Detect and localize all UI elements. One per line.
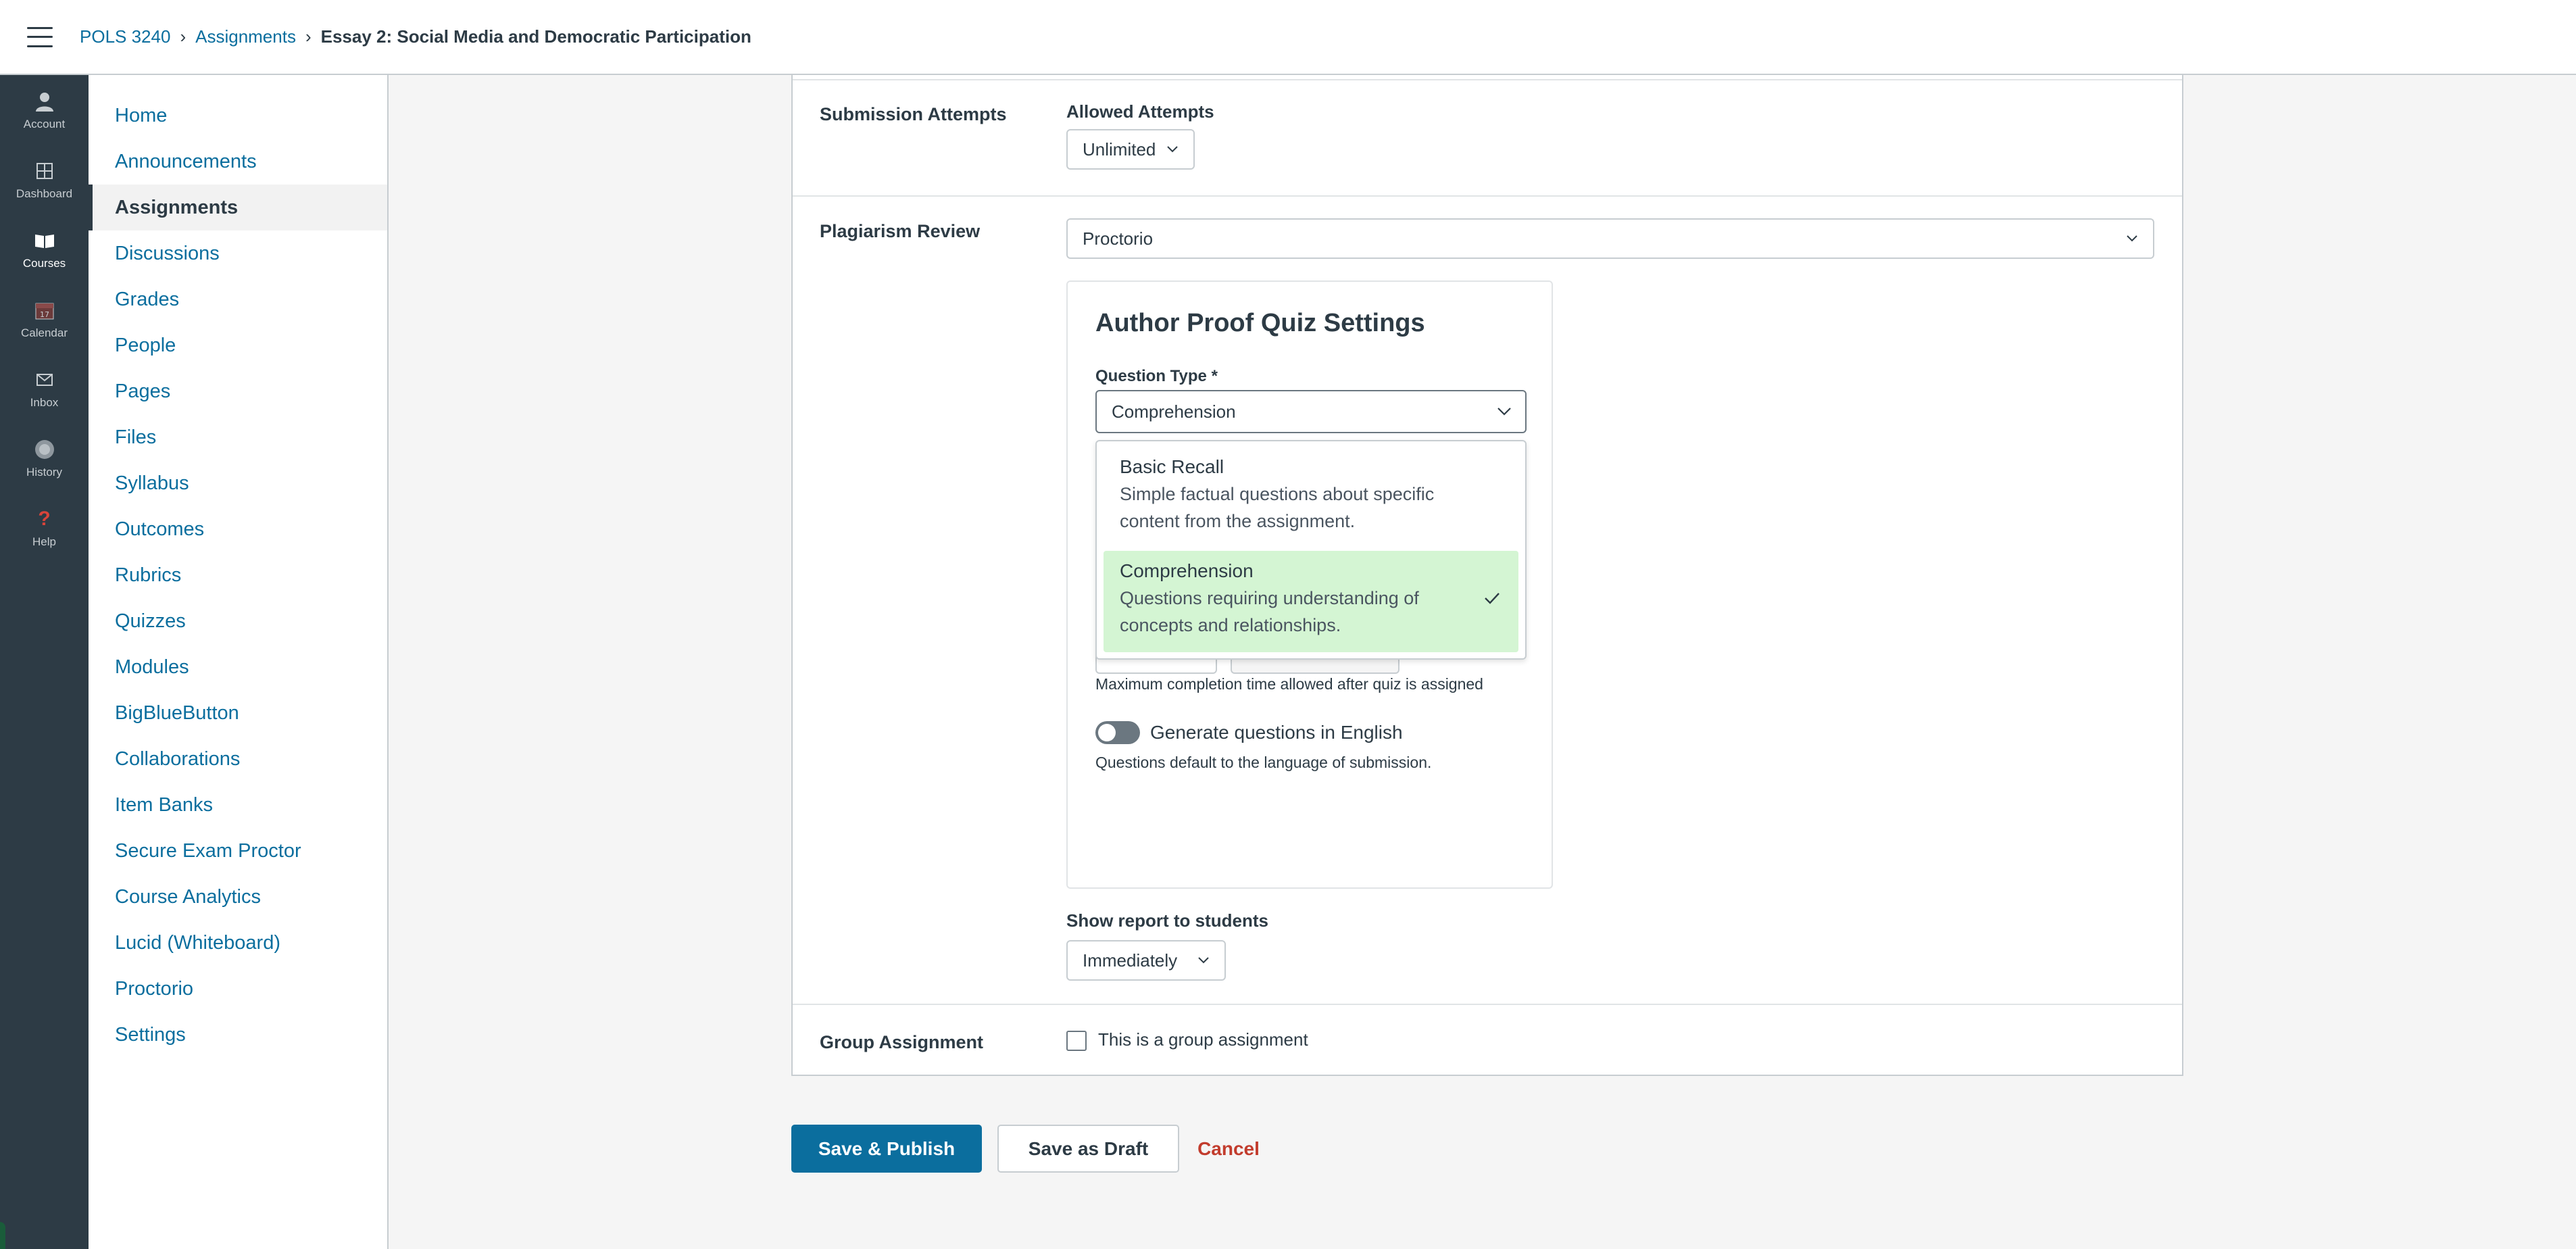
plagiarism-review-value: Proctorio — [1083, 228, 1154, 249]
row-divider — [793, 195, 2182, 197]
svg-text:17: 17 — [40, 310, 49, 319]
chevron-down-icon — [1164, 141, 1181, 158]
inbox-icon — [32, 368, 57, 392]
course-nav-item-banks[interactable]: Item Banks — [89, 782, 387, 828]
question-type-option-comprehension[interactable]: Comprehension Questions requiring unders… — [1104, 551, 1518, 652]
corner-accent — [0, 1222, 5, 1249]
courses-icon — [32, 228, 57, 253]
breadcrumb-separator: › — [180, 26, 187, 47]
chevron-down-icon — [2123, 230, 2141, 247]
global-nav-account[interactable]: Account — [0, 75, 89, 145]
show-report-value: Immediately — [1083, 950, 1178, 971]
course-nav-rubrics[interactable]: Rubrics — [89, 552, 387, 598]
dashboard-icon — [32, 159, 57, 183]
allowed-attempts-label: Allowed Attempts — [1066, 101, 1214, 122]
global-nav-label: Courses — [22, 256, 66, 270]
global-nav-label: History — [26, 465, 62, 479]
history-icon — [32, 437, 57, 462]
checkmark-icon — [1483, 591, 1501, 608]
global-nav-dashboard[interactable]: Dashboard — [0, 145, 89, 214]
global-nav-label: Calendar — [21, 326, 68, 339]
course-nav-files[interactable]: Files — [89, 414, 387, 460]
main-content: Submission Attempts Allowed Attempts Unl… — [389, 75, 2576, 1249]
hamburger-menu-icon[interactable] — [27, 26, 53, 47]
option-title: Comprehension — [1120, 560, 1254, 581]
global-nav-label: Dashboard — [16, 187, 73, 200]
question-type-dropdown: Basic Recall Simple factual questions ab… — [1095, 440, 1527, 660]
english-questions-toggle[interactable] — [1095, 721, 1140, 744]
global-nav-label: Account — [23, 117, 66, 130]
chevron-down-icon — [1195, 952, 1212, 969]
course-nav-assignments[interactable]: Assignments — [89, 185, 387, 230]
allowed-attempts-value: Unlimited — [1083, 139, 1156, 160]
global-nav-label: Help — [32, 535, 56, 548]
account-icon — [32, 89, 57, 114]
option-description: Questions requiring understanding of con… — [1120, 588, 1419, 635]
english-questions-label: Generate questions in English — [1150, 722, 1403, 743]
course-nav-lucid-whiteboard[interactable]: Lucid (Whiteboard) — [89, 920, 387, 966]
course-nav-settings[interactable]: Settings — [89, 1012, 387, 1058]
plagiarism-review-select[interactable]: Proctorio — [1066, 218, 2154, 259]
time-limit-helper: Maximum completion time allowed after qu… — [1095, 675, 1483, 693]
assignment-settings-card: Submission Attempts Allowed Attempts Unl… — [791, 75, 2183, 1076]
calendar-icon: 17 — [32, 298, 57, 322]
help-icon: ? — [38, 507, 51, 530]
global-nav-help[interactable]: ? Help — [0, 493, 89, 562]
course-nav-modules[interactable]: Modules — [89, 644, 387, 690]
save-publish-button[interactable]: Save & Publish — [791, 1125, 982, 1173]
course-nav-syllabus[interactable]: Syllabus — [89, 460, 387, 506]
course-nav-collaborations[interactable]: Collaborations — [89, 736, 387, 782]
global-nav-inbox[interactable]: Inbox — [0, 353, 89, 423]
course-nav-pages[interactable]: Pages — [89, 368, 387, 414]
course-nav-grades[interactable]: Grades — [89, 276, 387, 322]
plagiarism-review-label: Plagiarism Review — [820, 221, 981, 241]
show-report-label: Show report to students — [1066, 910, 1268, 931]
global-nav-label: Inbox — [30, 395, 59, 409]
global-navigation: Account Dashboard Courses 17 Calendar In… — [0, 75, 89, 1249]
allowed-attempts-select[interactable]: Unlimited — [1066, 129, 1195, 170]
global-nav-calendar[interactable]: 17 Calendar — [0, 284, 89, 353]
save-draft-button[interactable]: Save as Draft — [997, 1125, 1179, 1173]
show-report-select[interactable]: Immediately — [1066, 940, 1226, 981]
submission-attempts-label: Submission Attempts — [820, 104, 1007, 124]
course-nav-discussions[interactable]: Discussions — [89, 230, 387, 276]
group-assignment-label: Group Assignment — [820, 1032, 984, 1052]
cancel-button[interactable]: Cancel — [1185, 1125, 1272, 1173]
course-nav-course-analytics[interactable]: Course Analytics — [89, 874, 387, 920]
course-nav-people[interactable]: People — [89, 322, 387, 368]
question-type-option-basic-recall[interactable]: Basic Recall Simple factual questions ab… — [1104, 456, 1518, 551]
toggle-knob — [1098, 724, 1116, 741]
breadcrumb-assignments[interactable]: Assignments — [195, 26, 296, 47]
course-nav-secure-exam-proctor[interactable]: Secure Exam Proctor — [89, 828, 387, 874]
question-type-value: Comprehension — [1112, 401, 1236, 422]
english-questions-helper: Questions default to the language of sub… — [1095, 754, 1432, 771]
global-nav-history[interactable]: History — [0, 423, 89, 493]
course-nav-outcomes[interactable]: Outcomes — [89, 506, 387, 552]
quiz-settings-title: Author Proof Quiz Settings — [1095, 309, 1425, 337]
course-nav-proctorio[interactable]: Proctorio — [89, 966, 387, 1012]
global-nav-courses[interactable]: Courses — [0, 214, 89, 284]
row-divider — [793, 1004, 2182, 1005]
group-assignment-checkbox[interactable] — [1066, 1031, 1087, 1051]
row-divider — [793, 79, 2182, 80]
course-nav-home[interactable]: Home — [89, 93, 387, 139]
breadcrumb-current: Essay 2: Social Media and Democratic Par… — [320, 26, 751, 47]
breadcrumb-separator: › — [305, 26, 312, 47]
top-header: POLS 3240 › Assignments › Essay 2: Socia… — [0, 0, 2576, 75]
option-title: Basic Recall — [1120, 456, 1224, 477]
group-assignment-checkbox-label[interactable]: This is a group assignment — [1098, 1029, 1308, 1050]
course-nav-bigbluebutton[interactable]: BigBlueButton — [89, 690, 387, 736]
question-type-label: Question Type * — [1095, 367, 1218, 385]
author-proof-quiz-settings: Author Proof Quiz Settings Question Type… — [1066, 280, 1553, 889]
option-description: Simple factual questions about specific … — [1120, 484, 1435, 531]
course-nav-quizzes[interactable]: Quizzes — [89, 598, 387, 644]
course-nav-announcements[interactable]: Announcements — [89, 139, 387, 185]
breadcrumb-course[interactable]: POLS 3240 — [80, 26, 170, 47]
course-navigation: Home Announcements Assignments Discussio… — [89, 75, 389, 1249]
chevron-down-icon — [1495, 403, 1513, 420]
question-type-select[interactable]: Comprehension — [1095, 390, 1527, 433]
